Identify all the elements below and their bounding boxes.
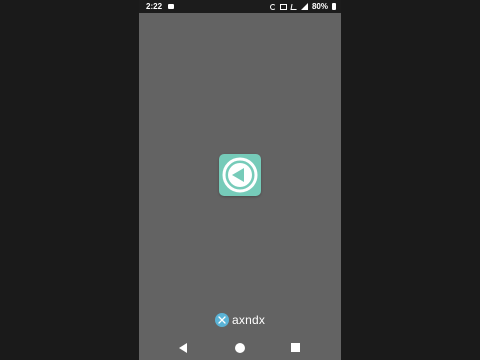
battery-icon <box>332 3 336 10</box>
brand-logo: axndx <box>215 313 265 327</box>
back-button[interactable] <box>179 343 187 353</box>
home-button[interactable] <box>235 343 245 353</box>
app-logo-icon <box>219 154 261 196</box>
brand-name: axndx <box>232 313 266 327</box>
play-back-circle-icon <box>222 157 258 193</box>
battery-percent: 80% <box>311 2 328 11</box>
status-bar: 2:22 80% <box>139 0 341 13</box>
navigation-bar <box>139 336 341 360</box>
signal-icon <box>300 3 308 10</box>
no-sim-icon <box>290 3 298 10</box>
phone-screen: 2:22 80% axndx <box>139 0 341 360</box>
sync-icon <box>269 3 276 10</box>
recents-button[interactable] <box>291 343 300 352</box>
notification-icon <box>168 4 174 9</box>
status-time: 2:22 <box>146 2 163 11</box>
status-icons: 80% <box>269 0 336 13</box>
vibrate-icon <box>279 3 287 10</box>
brand-mark-icon <box>215 313 229 327</box>
